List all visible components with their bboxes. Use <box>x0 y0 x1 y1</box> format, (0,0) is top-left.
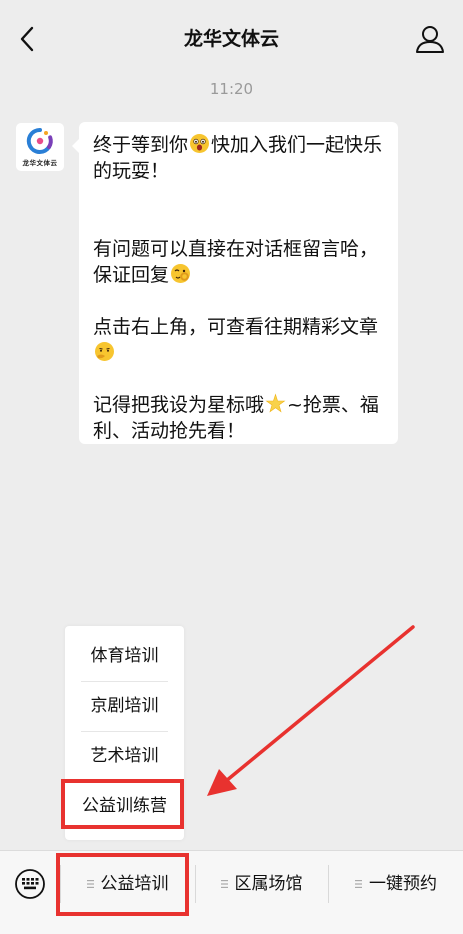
message-paragraph-1: 终于等到你 快加入我们一起快乐的玩耍！ <box>93 132 386 184</box>
highlight-box-submenu <box>61 779 184 829</box>
menu-button-district-venues[interactable]: 区属场馆 <box>196 851 327 917</box>
message-text: 有问题可以直接在对话框留言哈，保证回复 <box>93 238 379 286</box>
header-bar: 龙华文体云 <box>0 0 463 78</box>
star-icon <box>265 393 286 413</box>
avatar[interactable]: 龙华文体云 <box>16 123 64 171</box>
submenu-item-sports-training[interactable]: 体育培训 <box>65 631 184 681</box>
message-text: 终于等到你 <box>93 134 189 156</box>
message-paragraph-4: 记得把我设为星标哦 ~抢票、福利、活动抢先看！ <box>93 392 386 444</box>
keyboard-icon[interactable] <box>14 868 46 900</box>
surprised-face-icon <box>190 134 210 153</box>
ok-hand-face-icon <box>171 264 191 283</box>
menu-button-one-click-booking[interactable]: 一键预约 <box>329 851 463 917</box>
avatar-label: 龙华文体云 <box>22 159 58 167</box>
menu-lines-icon <box>355 880 362 888</box>
menu-button-label: 区属场馆 <box>234 874 303 894</box>
submenu-item-art-training[interactable]: 艺术培训 <box>65 731 184 781</box>
timestamp: 11:20 <box>209 80 254 98</box>
message-text: 点击右上角，可查看往期精彩文章 <box>93 316 379 338</box>
message-text: 记得把我设为星标哦 <box>93 394 265 416</box>
menu-button-label: 一键预约 <box>369 874 437 894</box>
page-title: 龙华文体云 <box>183 28 279 50</box>
person-icon[interactable] <box>414 22 446 56</box>
message-paragraph-2: 有问题可以直接在对话框留言哈，保证回复 <box>93 236 386 288</box>
message-bubble[interactable]: 终于等到你 快加入我们一起快乐的玩耍！ 有问题可以直接在对话框留言哈，保证回复 点… <box>72 122 398 444</box>
menu-lines-icon <box>220 880 228 888</box>
highlight-box-menu-button <box>56 853 189 916</box>
thinking-face-icon <box>95 342 114 361</box>
message-paragraph-3: 点击右上角，可查看往期精彩文章 <box>93 314 386 366</box>
submenu-item-peking-opera-training[interactable]: 京剧培训 <box>65 681 184 731</box>
